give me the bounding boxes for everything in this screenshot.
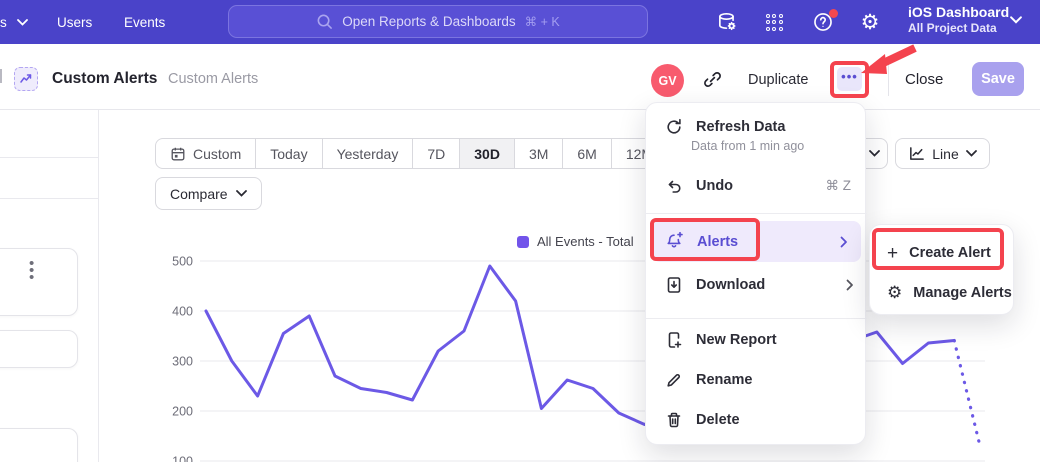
database-gear-icon <box>716 11 738 33</box>
help-icon[interactable] <box>811 0 835 44</box>
link-icon <box>703 70 722 89</box>
chevron-down-icon <box>966 150 977 157</box>
date-range-selector: Custom Today Yesterday 7D 30D 3M 6M 12M <box>155 138 668 169</box>
data-management-icon[interactable] <box>715 0 739 44</box>
undo-icon <box>665 177 683 195</box>
submenu-item-manage-alerts[interactable]: ⚙ Manage Alerts <box>870 273 1015 313</box>
submenu-item-create-alert[interactable]: + Create Alert <box>870 233 1015 273</box>
svg-text:300: 300 <box>172 355 193 369</box>
date-range-7d[interactable]: 7D <box>413 139 460 168</box>
sidebar-card[interactable] <box>0 330 78 368</box>
sidebar-divider <box>0 157 99 158</box>
duplicate-button[interactable]: Duplicate <box>748 72 808 88</box>
bell-plus-icon <box>665 232 684 251</box>
calendar-icon <box>170 146 186 162</box>
chevron-down-icon <box>17 19 28 26</box>
svg-text:200: 200 <box>172 405 193 419</box>
menu-item-download[interactable]: Download <box>646 264 867 305</box>
sidebar-divider <box>0 198 99 199</box>
date-range-yesterday[interactable]: Yesterday <box>323 139 414 168</box>
compare-button[interactable]: Compare <box>155 177 262 210</box>
more-options-menu: Refresh Data Data from 1 min ago Undo ⌘ … <box>645 102 866 445</box>
nav-item-users[interactable]: Users <box>57 0 92 44</box>
gear-icon: ⚙ <box>861 12 880 33</box>
chart-legend: All Events - Total <box>517 234 634 249</box>
download-icon <box>665 276 683 294</box>
menu-separator <box>646 318 867 319</box>
menu-item-rename[interactable]: Rename <box>646 360 867 400</box>
date-range-custom[interactable]: Custom <box>156 139 256 168</box>
breadcrumb: Custom Alerts <box>168 71 258 87</box>
sidebar-card[interactable] <box>0 428 78 462</box>
apps-launcher-icon[interactable] <box>762 0 786 44</box>
date-range-3m[interactable]: 3M <box>515 139 563 168</box>
date-range-6m[interactable]: 6M <box>563 139 611 168</box>
more-options-button[interactable]: ••• <box>837 67 862 91</box>
svg-text:100: 100 <box>172 455 193 462</box>
notification-dot <box>829 9 838 18</box>
chevron-right-icon <box>840 236 848 248</box>
report-header: Custom Alerts Custom Alerts GV Duplicate… <box>0 44 1040 110</box>
avatar[interactable]: GV <box>651 64 684 97</box>
report-icon-tile <box>14 67 38 91</box>
search-icon <box>316 13 333 30</box>
top-navbar: s Users Events Open Reports & Dashboards… <box>0 0 1040 44</box>
chevron-down-icon[interactable] <box>1010 16 1022 24</box>
kebab-menu-icon[interactable]: ••• <box>29 261 34 281</box>
legend-swatch <box>517 236 529 248</box>
date-range-30d[interactable]: 30D <box>460 139 515 168</box>
menu-item-new-report[interactable]: New Report <box>646 320 867 360</box>
sidebar-card[interactable]: ••• <box>0 248 78 316</box>
chevron-down-icon <box>869 150 880 157</box>
pencil-icon <box>665 371 683 389</box>
project-switcher[interactable]: iOS Dashboard All Project Data <box>908 4 1009 35</box>
menu-item-undo[interactable]: Undo ⌘ Z <box>646 166 867 206</box>
plus-icon: + <box>887 244 898 263</box>
divider <box>888 64 889 96</box>
page-title: Custom Alerts <box>52 70 157 88</box>
copy-link-button[interactable] <box>703 70 722 94</box>
file-plus-icon <box>665 331 683 349</box>
menu-separator <box>646 213 867 214</box>
left-sidebar: ••• <box>0 110 99 462</box>
project-scope: All Project Data <box>908 21 1009 35</box>
settings-icon[interactable]: ⚙ <box>858 0 882 44</box>
chart-type-button[interactable]: Line <box>895 138 990 169</box>
gear-icon: ⚙ <box>887 285 902 302</box>
menu-item-refresh-sublabel: Data from 1 min ago <box>691 139 804 153</box>
project-name: iOS Dashboard <box>908 4 1009 20</box>
refresh-icon <box>665 118 683 136</box>
chevron-right-icon <box>846 279 854 291</box>
line-chart-icon <box>908 145 925 162</box>
global-search-input[interactable]: Open Reports & Dashboards ⌘ + K <box>228 5 648 38</box>
trash-icon <box>665 411 683 429</box>
nav-item-partial[interactable]: s <box>0 0 28 44</box>
clipped-element <box>0 69 2 83</box>
chevron-down-icon <box>236 190 247 197</box>
date-range-today[interactable]: Today <box>256 139 322 168</box>
svg-text:400: 400 <box>172 305 193 319</box>
legend-label: All Events - Total <box>537 234 634 249</box>
menu-item-alerts[interactable]: Alerts <box>652 221 861 262</box>
menu-item-delete[interactable]: Delete <box>646 400 867 440</box>
nav-item-events[interactable]: Events <box>124 0 165 44</box>
save-button[interactable]: Save <box>972 62 1024 96</box>
mini-chart-icon <box>19 72 33 86</box>
undo-shortcut: ⌘ Z <box>826 178 852 194</box>
close-button[interactable]: Close <box>905 71 943 88</box>
grid-dots-icon <box>766 14 783 31</box>
svg-text:500: 500 <box>172 255 193 269</box>
alerts-submenu: + Create Alert ⚙ Manage Alerts <box>869 224 1014 315</box>
